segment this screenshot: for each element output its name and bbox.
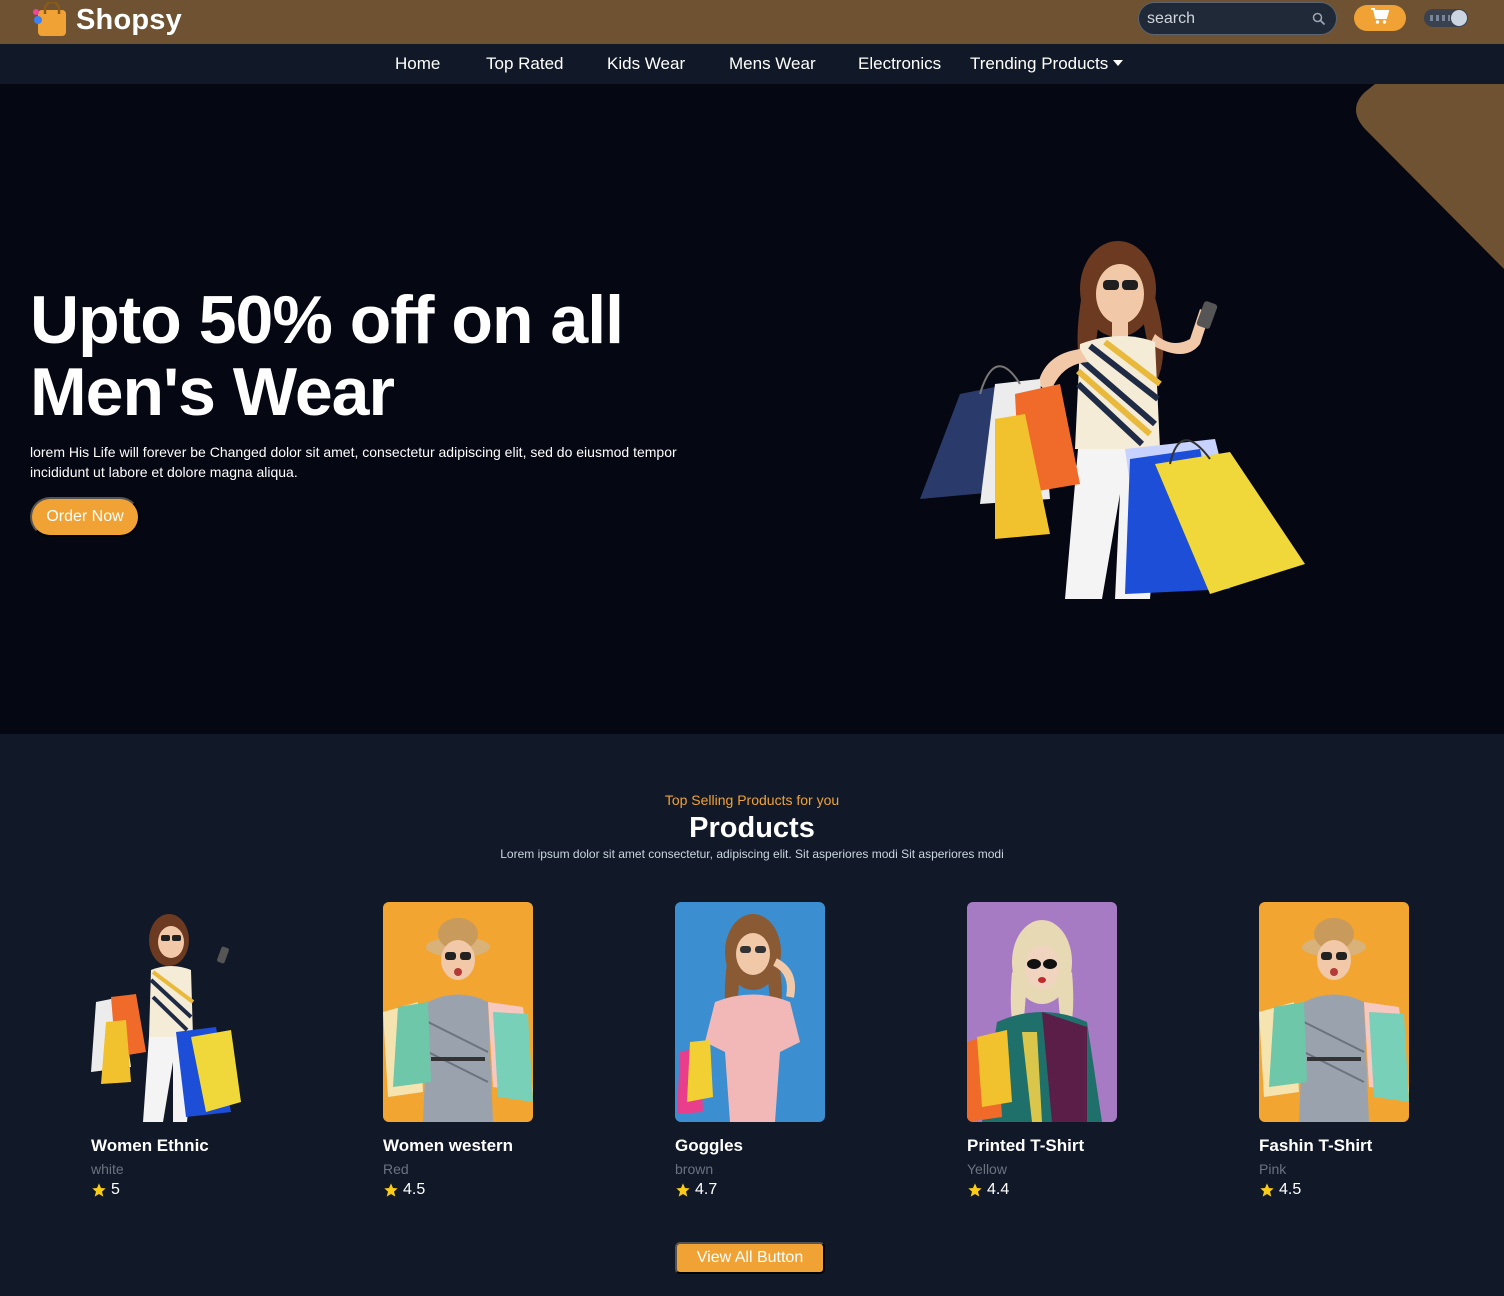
brand-name: Shopsy bbox=[76, 3, 182, 36]
hero-banner: Upto 50% off on all Men's Wear lorem His… bbox=[0, 84, 1504, 734]
nav-item-kids-wear[interactable]: Kids Wear bbox=[607, 54, 685, 74]
product-color: brown bbox=[675, 1161, 714, 1177]
toggle-knob bbox=[1451, 10, 1467, 26]
product-name[interactable]: Women Ethnic bbox=[91, 1136, 251, 1156]
nav-item-mens-wear[interactable]: Mens Wear bbox=[729, 54, 816, 74]
star-icon bbox=[92, 1183, 106, 1197]
product-name[interactable]: Fashin T-Shirt bbox=[1259, 1136, 1419, 1156]
rating-value: 4.5 bbox=[403, 1181, 426, 1198]
rating-value: 5 bbox=[111, 1181, 120, 1198]
nav-item-top-rated[interactable]: Top Rated bbox=[486, 54, 564, 74]
product-rating: 4.5 bbox=[383, 1181, 543, 1199]
theme-toggle[interactable] bbox=[1424, 9, 1468, 27]
cart-button[interactable] bbox=[1354, 5, 1406, 31]
view-all-button[interactable]: View All Button bbox=[675, 1242, 825, 1274]
product-color: Yellow bbox=[967, 1161, 1007, 1177]
hero-title: Upto 50% off on all Men's Wear bbox=[30, 282, 624, 430]
star-icon bbox=[968, 1183, 982, 1197]
section-title: Products bbox=[689, 812, 815, 844]
section-subtitle: Top Selling Products for you bbox=[664, 792, 840, 808]
star-icon bbox=[1260, 1183, 1274, 1197]
product-color: white bbox=[91, 1161, 124, 1177]
product-card[interactable]: Fashin T-Shirt Pink 4.5 bbox=[1259, 902, 1419, 1199]
product-name[interactable]: Goggles bbox=[675, 1136, 835, 1156]
product-rating: 5 bbox=[91, 1181, 251, 1199]
product-image[interactable] bbox=[675, 902, 825, 1122]
product-color: Pink bbox=[1259, 1161, 1287, 1177]
trending-products-label: Trending Products bbox=[970, 54, 1109, 73]
product-image[interactable] bbox=[91, 902, 241, 1122]
star-icon bbox=[676, 1183, 690, 1197]
search-icon[interactable] bbox=[1312, 12, 1326, 26]
chevron-down-icon bbox=[1113, 60, 1124, 66]
product-card[interactable]: Printed T-Shirt Yellow 4.4 bbox=[967, 902, 1127, 1199]
hero-description: lorem His Life will forever be Changed d… bbox=[30, 444, 677, 480]
search-bar[interactable] bbox=[1138, 2, 1337, 35]
product-card[interactable]: Goggles brown 4.7 bbox=[675, 902, 835, 1199]
product-rating: 4.4 bbox=[967, 1181, 1127, 1199]
hero-woman-shopping-image bbox=[920, 241, 1305, 599]
toggle-track bbox=[1430, 15, 1450, 21]
product-image[interactable] bbox=[967, 902, 1117, 1122]
product-image[interactable] bbox=[383, 902, 533, 1122]
decorative-shape bbox=[1356, 84, 1504, 269]
product-name[interactable]: Women western bbox=[383, 1136, 543, 1156]
order-now-button[interactable]: Order Now bbox=[30, 497, 140, 537]
nav-item-trending-products[interactable]: Trending Products bbox=[970, 54, 1124, 74]
logo[interactable]: Shopsy bbox=[30, 0, 182, 38]
rating-value: 4.5 bbox=[1279, 1181, 1302, 1198]
nav-item-electronics[interactable]: Electronics bbox=[858, 54, 941, 74]
product-color: Red bbox=[383, 1161, 409, 1177]
star-icon bbox=[384, 1183, 398, 1197]
section-description: Lorem ipsum dolor sit amet consectetur, … bbox=[500, 847, 1004, 861]
product-rating: 4.7 bbox=[675, 1181, 835, 1199]
rating-value: 4.7 bbox=[695, 1181, 718, 1198]
product-rating: 4.5 bbox=[1259, 1181, 1419, 1199]
main-nav: Home Top Rated Kids Wear Mens Wear Elect… bbox=[0, 44, 1504, 84]
product-image[interactable] bbox=[1259, 902, 1409, 1122]
search-input[interactable] bbox=[1147, 9, 1307, 28]
product-card[interactable]: Women western Red 4.5 bbox=[383, 902, 543, 1199]
shopping-bag-logo-icon bbox=[30, 0, 70, 38]
nav-item-home[interactable]: Home bbox=[395, 54, 440, 74]
product-name[interactable]: Printed T-Shirt bbox=[967, 1136, 1127, 1156]
rating-value: 4.4 bbox=[987, 1181, 1010, 1198]
product-card[interactable]: Women Ethnic white 5 bbox=[91, 902, 251, 1199]
cart-icon bbox=[1370, 7, 1390, 30]
products-section: Top Selling Products for you Products Lo… bbox=[0, 734, 1504, 1296]
top-bar: Shopsy bbox=[0, 0, 1504, 44]
